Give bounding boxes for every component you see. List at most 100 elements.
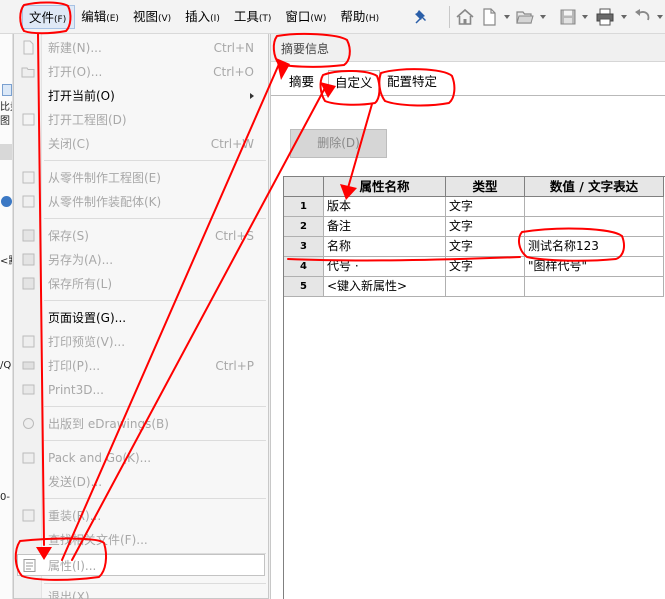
menu-item-exit[interactable]: 退出(X)	[14, 586, 268, 599]
open-folder-icon[interactable]	[515, 7, 535, 27]
left-strip-text: <默	[0, 256, 12, 267]
menu-item-properties[interactable]: 属性(I)...	[17, 554, 265, 576]
menu-item-label: Pack and Go(K)...	[48, 451, 152, 465]
menu-item-label: 从零件制作工程图(E)	[48, 171, 161, 185]
menu-item-label: 重装(R)...	[48, 509, 102, 523]
delete-button[interactable]: 删除(D)	[290, 129, 387, 158]
tree-toolbar	[0, 144, 12, 160]
row-number: 2	[284, 217, 324, 237]
property-name-cell[interactable]: 代号 ·	[324, 257, 446, 277]
row-number: 5	[284, 277, 324, 297]
menu-item-pack-and-go[interactable]: Pack and Go(K)...	[14, 447, 268, 469]
new-dropdown-arrow[interactable]	[504, 15, 510, 19]
menu-file-accelerator: (F)	[54, 14, 67, 25]
menu-edit-label: 编辑	[81, 8, 107, 24]
menu-separator	[44, 498, 266, 499]
menu-item-make-assembly[interactable]: 从零件制作装配体(K)	[14, 191, 268, 213]
undo-icon[interactable]	[633, 7, 653, 27]
menu-item-label: 从零件制作装配体(K)	[48, 195, 162, 209]
pack-and-go-icon	[22, 452, 35, 464]
property-value-cell[interactable]: "图样代号"	[525, 257, 664, 277]
menu-item-label: 查找相关文件(F)...	[48, 533, 148, 547]
tab-summary[interactable]: 摘要	[283, 70, 320, 96]
menu-item-new[interactable]: 新建(N)... Ctrl+N	[14, 37, 268, 59]
menu-item-open-current[interactable]: 打开当前(O)	[14, 85, 268, 107]
menu-file[interactable]: 文件(F)	[22, 4, 76, 29]
menu-separator	[44, 218, 266, 219]
menu-item-open-drawing[interactable]: 打开工程图(D)	[14, 109, 268, 131]
property-value-cell[interactable]	[525, 217, 664, 237]
undo-dropdown-arrow[interactable]	[657, 15, 663, 19]
home-icon[interactable]	[455, 7, 475, 27]
property-name-cell[interactable]: 备注	[324, 217, 446, 237]
grid-corner	[284, 177, 324, 197]
property-type-cell[interactable]	[446, 277, 525, 297]
property-type-cell[interactable]: 文字	[446, 257, 525, 277]
menu-item-print[interactable]: 打印(P)... Ctrl+P	[14, 355, 268, 377]
print-icon[interactable]	[595, 7, 615, 27]
save-dropdown-arrow[interactable]	[582, 15, 588, 19]
menu-item-shortcut: Ctrl+P	[215, 359, 254, 373]
menu-item-publish-edrawings[interactable]: 出版到 eDrawings(B)	[14, 413, 268, 435]
menu-item-label: 页面设置(G)...	[48, 311, 127, 325]
column-header-type[interactable]: 类型	[446, 177, 525, 197]
menu-tools[interactable]: 工具(T)	[228, 5, 280, 29]
menu-item-print-preview[interactable]: 打印预览(V)...	[14, 331, 268, 353]
menu-window-label: 窗口	[285, 8, 311, 24]
menu-tools-label: 工具	[233, 8, 259, 24]
pin-icon[interactable]	[414, 9, 428, 25]
open-folder-icon	[21, 67, 35, 78]
tab-custom[interactable]: 自定义	[328, 70, 380, 96]
menu-item-shortcut: Ctrl+N	[213, 41, 254, 55]
menu-item-label: 打开(O)...	[48, 65, 103, 79]
menu-item-print3d[interactable]: Print3D...	[14, 379, 268, 401]
menu-item-page-setup[interactable]: 页面设置(G)...	[14, 307, 268, 329]
property-type-cell[interactable]: 文字	[446, 197, 525, 217]
toolbar-separator	[449, 6, 450, 28]
save-all-icon	[22, 277, 35, 290]
menu-item-close[interactable]: 关闭(C) Ctrl+W	[14, 133, 268, 155]
menu-item-reload[interactable]: 重装(R)...	[14, 505, 268, 527]
menu-item-open[interactable]: 打开(O)... Ctrl+O	[14, 61, 268, 83]
property-value-cell[interactable]: 测试名称123	[525, 237, 664, 257]
feature-tree-strip: 比量 图 <默 /Q 0-	[0, 34, 13, 599]
file-menu-dropdown: 新建(N)... Ctrl+N 打开(O)... Ctrl+O 打开当前(O) …	[13, 34, 269, 599]
menu-help[interactable]: 帮助(H)	[334, 5, 387, 29]
save-icon[interactable]	[558, 7, 578, 27]
menu-window[interactable]: 窗口(W)	[279, 5, 334, 29]
column-header-value[interactable]: 数值 / 文字表达	[525, 177, 664, 197]
menu-item-label: 属性(I)...	[48, 559, 97, 573]
reload-icon	[22, 509, 35, 522]
menu-item-save-as[interactable]: 另存为(A)...	[14, 249, 268, 271]
left-strip-text: 0-	[0, 492, 10, 503]
new-property-cell[interactable]: <键入新属性>	[324, 277, 446, 297]
menu-item-save[interactable]: 保存(S) Ctrl+S	[14, 225, 268, 247]
property-type-cell[interactable]: 文字	[446, 237, 525, 257]
menu-item-label: 打开工程图(D)	[48, 113, 127, 127]
menu-item-make-drawing[interactable]: 从零件制作工程图(E)	[14, 167, 268, 189]
left-strip-text: /Q	[0, 360, 12, 371]
property-name-cell[interactable]: 版本	[324, 197, 446, 217]
menu-edit-accelerator: (E)	[106, 13, 119, 24]
new-document-icon[interactable]	[479, 7, 499, 27]
menu-insert[interactable]: 插入(I)	[179, 5, 228, 29]
menu-item-save-all[interactable]: 保存所有(L)	[14, 273, 268, 295]
menu-item-find-references[interactable]: 查找相关文件(F)...	[14, 529, 268, 551]
menu-item-label: 保存(S)	[48, 229, 89, 243]
print-dropdown-arrow[interactable]	[621, 15, 627, 19]
menu-view[interactable]: 视图(V)	[127, 5, 179, 29]
menu-item-shortcut: Ctrl+O	[213, 65, 254, 79]
menu-item-label: 发送(D)...	[48, 475, 103, 489]
tab-configuration-specific[interactable]: 配置特定	[381, 70, 443, 96]
property-value-cell[interactable]	[525, 197, 664, 217]
property-type-cell[interactable]: 文字	[446, 217, 525, 237]
column-header-property-name[interactable]: 属性名称	[324, 177, 446, 197]
menu-item-shortcut: Ctrl+S	[214, 229, 254, 243]
menu-edit[interactable]: 编辑(E)	[75, 5, 127, 29]
open-dropdown-arrow[interactable]	[540, 15, 546, 19]
property-value-cell[interactable]	[525, 277, 664, 297]
menu-item-send[interactable]: 发送(D)...	[14, 471, 268, 493]
menu-view-label: 视图	[132, 8, 158, 24]
menu-item-label: 打印(P)...	[48, 359, 101, 373]
property-name-cell[interactable]: 名称	[324, 237, 446, 257]
